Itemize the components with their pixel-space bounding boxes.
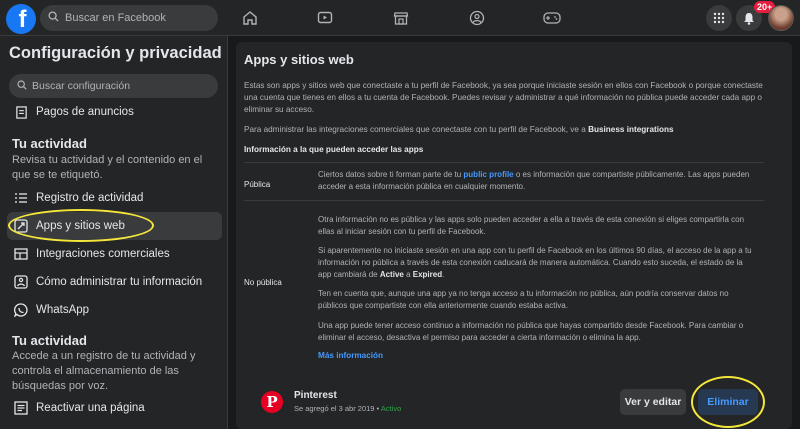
sidebar-item-label: Apps y sitios web xyxy=(36,220,125,232)
divider xyxy=(244,162,764,163)
app-meta: Se agregó el 3 abr 2019 • Activo xyxy=(294,404,401,413)
access-heading: Información a la que pueden acceder las … xyxy=(244,145,424,154)
app-row-pinterest: P Pinterest Se agregó el 3 abr 2019 • Ac… xyxy=(244,376,765,428)
sidebar-item-label: Cómo administrar tu información xyxy=(36,276,203,288)
intro-line-1: Estas son apps y sitios web que conectas… xyxy=(244,81,763,90)
nonpublic-a-line-2: ellas al iniciar sesión con tu perfil de… xyxy=(318,227,486,236)
app-added-date: Se agregó el 3 abr 2019 • xyxy=(294,404,381,413)
facebook-search[interactable] xyxy=(40,5,218,31)
status-active-term: Active xyxy=(379,270,404,279)
page-icon xyxy=(13,400,29,416)
public-text-line-1: Ciertos datos sobre ti forman parte de t… xyxy=(318,169,758,181)
nonpublic-c-line-2: públicos que compartiste con ella anteri… xyxy=(318,301,568,310)
apps-icon xyxy=(13,218,29,234)
sidebar-item-label: WhatsApp xyxy=(36,304,90,316)
sidebar-item-label: Integraciones comerciales xyxy=(36,248,170,260)
app-status: Activo xyxy=(380,404,402,413)
app-name[interactable]: Pinterest xyxy=(294,390,337,401)
activity-description: Revisa tu actividad y el contenido en el… xyxy=(12,154,203,181)
settings-search[interactable] xyxy=(9,74,218,98)
main-content: Apps y sitios web Estas son apps y sitio… xyxy=(228,36,800,429)
business-text: Para administrar las integraciones comer… xyxy=(244,124,764,136)
intro-line-2: una cuenta que tienes en ellos a tu cuen… xyxy=(244,93,762,102)
remove-button[interactable]: Eliminar xyxy=(698,389,758,415)
public-text-suffix: o es información que compartiste pública… xyxy=(513,170,750,179)
sidebar-item-label: Pagos de anuncios xyxy=(36,106,134,118)
groups-icon[interactable] xyxy=(465,6,489,30)
nonpublic-b-prefix: app cambiará de xyxy=(318,270,380,279)
sidebar-title: Configuración y privacidad xyxy=(9,44,222,62)
public-label: Pública xyxy=(244,180,271,189)
settings-search-input[interactable] xyxy=(32,80,212,92)
facebook-logo[interactable]: f xyxy=(6,4,36,34)
more-info-link[interactable]: Más información xyxy=(318,351,383,360)
divider xyxy=(244,200,764,201)
sidebar-item-ad-payments[interactable]: Pagos de anuncios xyxy=(7,100,222,124)
profile-avatar[interactable] xyxy=(768,5,794,31)
nonpublic-b-suffix: . xyxy=(442,270,445,279)
pinterest-logo: P xyxy=(261,391,283,413)
sidebar-item-label: Reactivar una página xyxy=(36,402,145,414)
receipt-icon xyxy=(13,104,29,120)
integrations-icon xyxy=(13,246,29,262)
sidebar-item-business-integrations[interactable]: Integraciones comerciales xyxy=(7,240,222,268)
activity-heading-2: Tu actividad xyxy=(12,333,87,348)
menu-grid-icon[interactable] xyxy=(706,5,732,31)
whatsapp-icon xyxy=(13,302,29,318)
nonpublic-a-line-1: Otra información no es pública y las app… xyxy=(318,215,745,224)
sidebar-item-whatsapp[interactable]: WhatsApp xyxy=(7,296,222,324)
nonpublic-c-line-1: Ten en cuenta que, aunque una app ya no … xyxy=(318,289,729,298)
public-profile-link[interactable]: public profile xyxy=(463,170,513,179)
nonpublic-d-line-2: eliminar el acceso, desactiva el permiso… xyxy=(318,333,641,342)
nonpublic-d-line-1: Una app puede tener acceso continuo a in… xyxy=(318,321,744,330)
apps-panel: Apps y sitios web Estas son apps y sitio… xyxy=(236,42,792,429)
status-expired-term: Expired xyxy=(412,270,443,279)
watch-icon[interactable] xyxy=(313,6,337,30)
public-text-prefix: Ciertos datos sobre ti forman parte de t… xyxy=(318,170,464,179)
settings-sidebar: Configuración y privacidad Pagos de anun… xyxy=(0,36,228,429)
gaming-icon[interactable] xyxy=(540,6,564,30)
sidebar-item-apps-websites[interactable]: Apps y sitios web xyxy=(7,212,222,240)
nonpublic-b-line-2: información no pública a través de esta … xyxy=(318,258,743,267)
info-icon xyxy=(13,274,29,290)
business-prefix: Para administrar las integraciones comer… xyxy=(244,125,589,134)
view-edit-button[interactable]: Ver y editar xyxy=(620,389,686,415)
sidebar-item-activity-log[interactable]: Registro de actividad xyxy=(7,184,222,212)
top-bar: f 20+ xyxy=(0,0,800,36)
search-icon xyxy=(17,77,27,95)
activity-description-2: Accede a un registro de tu actividad y c… xyxy=(12,350,196,392)
nonpublic-b-line-1: Si aparentemente no iniciaste sesión en … xyxy=(318,246,752,255)
list-icon xyxy=(13,190,29,206)
activity-heading: Tu actividad xyxy=(12,136,87,151)
intro-line-3: eliminar su acceso. xyxy=(244,105,315,114)
sidebar-item-reactivate-page[interactable]: Reactivar una página xyxy=(7,394,222,422)
facebook-search-input[interactable] xyxy=(65,12,205,24)
nonpublic-label: No pública xyxy=(244,278,282,287)
public-text-line-2: acceder a esta información pública en cu… xyxy=(318,182,526,191)
nonpublic-b-line-3: app cambiará de Active a Expired. xyxy=(318,269,758,281)
sidebar-item-manage-info[interactable]: Cómo administrar tu información xyxy=(7,268,222,296)
marketplace-icon[interactable] xyxy=(389,6,413,30)
nonpublic-b-mid: a xyxy=(403,270,413,279)
page-title: Apps y sitios web xyxy=(244,52,354,67)
search-icon xyxy=(48,9,59,27)
business-integrations-link[interactable]: Business integrations xyxy=(588,125,674,134)
sidebar-item-label: Registro de actividad xyxy=(36,192,144,204)
home-icon[interactable] xyxy=(238,6,262,30)
